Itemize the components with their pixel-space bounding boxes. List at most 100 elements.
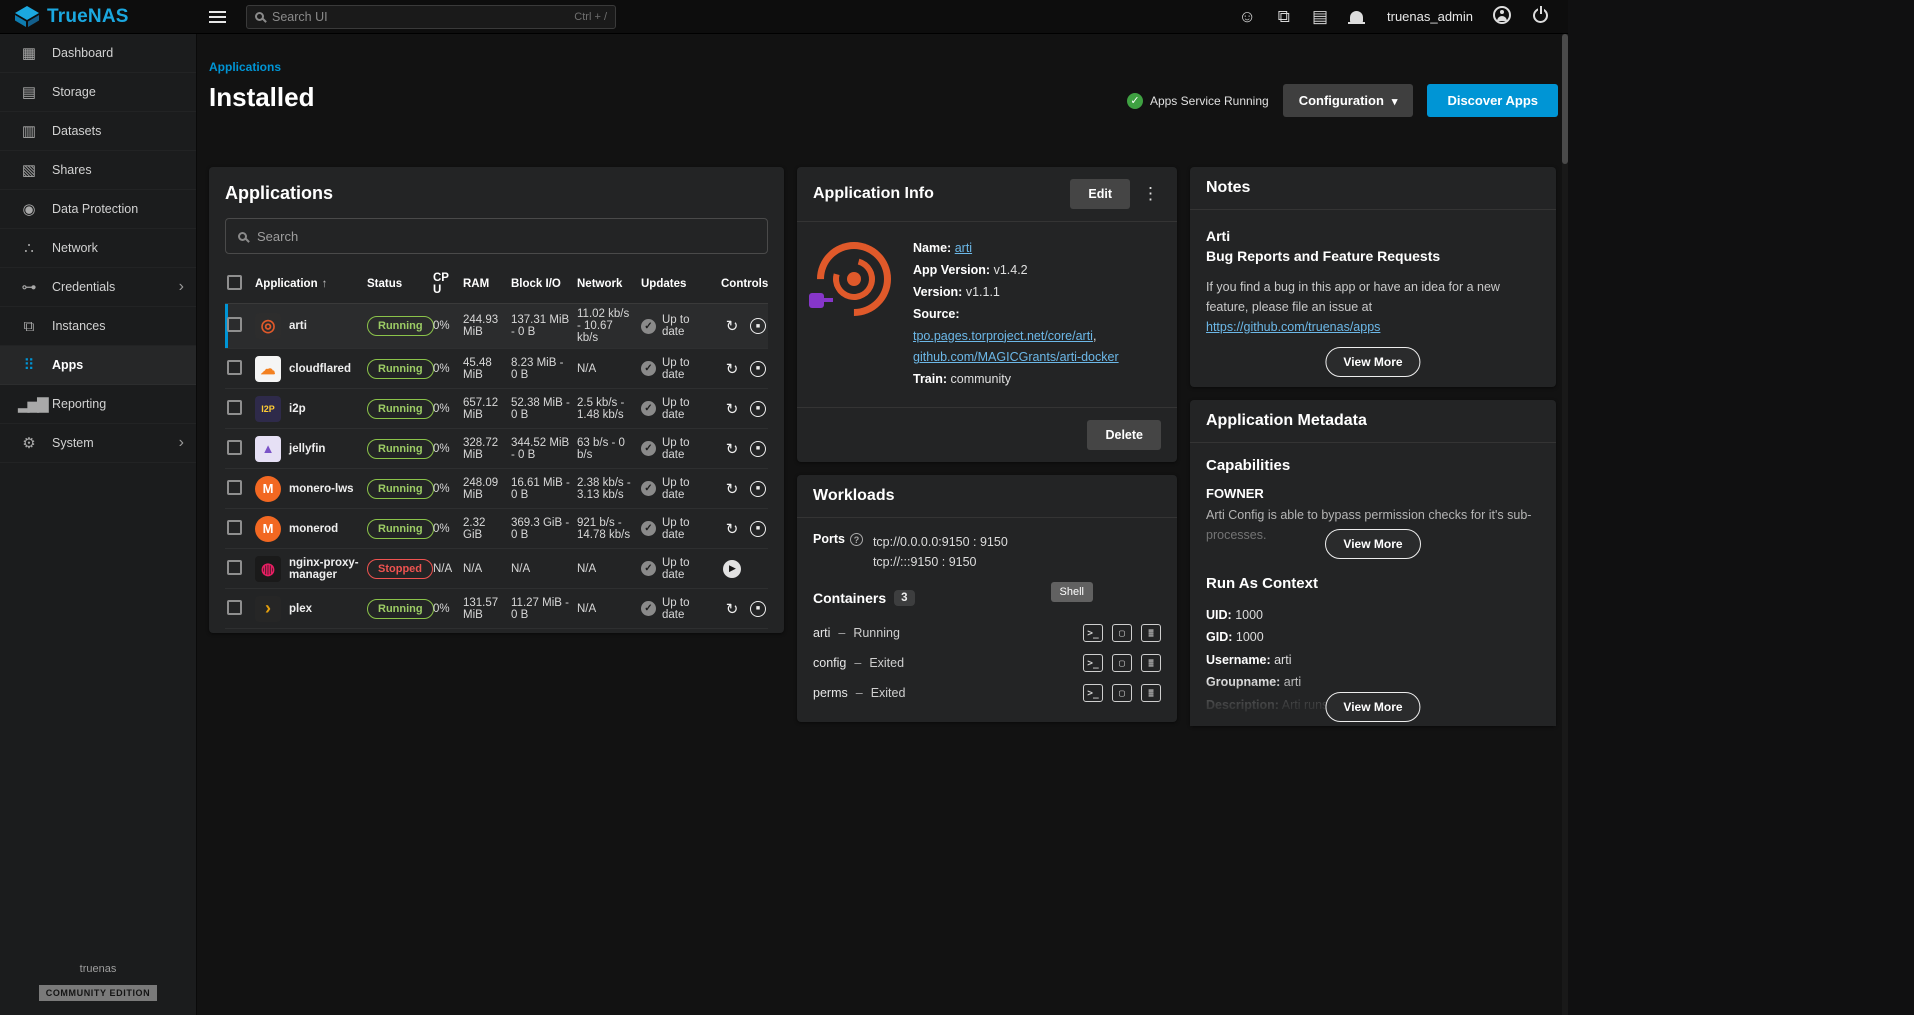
row-checkbox[interactable] xyxy=(227,360,242,375)
container-volumes-button[interactable]: ▢ xyxy=(1112,684,1132,702)
column-header-updates[interactable]: Updates xyxy=(641,274,721,294)
container-shell-button[interactable]: >_ xyxy=(1083,624,1103,642)
container-logs-button[interactable]: ≣ xyxy=(1141,654,1161,672)
container-volumes-button[interactable]: ▢ xyxy=(1112,654,1132,672)
container-logs-button[interactable]: ≣ xyxy=(1141,624,1161,642)
stop-app-button[interactable]: ■ xyxy=(747,478,769,500)
container-shell-button[interactable]: >_ xyxy=(1083,654,1103,672)
capabilities-view-more-button[interactable]: View More xyxy=(1325,529,1420,559)
menu-toggle-button[interactable] xyxy=(207,10,228,24)
notes-view-more-button[interactable]: View More xyxy=(1325,347,1420,377)
capability-name: FOWNER xyxy=(1206,486,1540,501)
restart-app-button[interactable]: ↻ xyxy=(721,358,743,380)
sidebar-item[interactable]: ⚙ System › xyxy=(0,424,196,463)
sidebar-item[interactable]: ▦ Dashboard xyxy=(0,34,196,73)
stop-app-button[interactable]: ■ xyxy=(747,358,769,380)
application-table-row[interactable]: ◎ arti Running 0% 244.93 MiB 137.31 MiB … xyxy=(225,304,768,349)
application-table-row[interactable]: M monerod Running 0% 2.32 GiB 369.3 GiB … xyxy=(225,509,768,549)
kebab-menu-button[interactable]: ⋮ xyxy=(1140,184,1161,204)
column-header-network[interactable]: Network xyxy=(577,274,641,294)
application-metadata-panel: Application Metadata Capabilities FOWNER… xyxy=(1190,400,1556,727)
restart-app-button[interactable]: ↻ xyxy=(721,315,743,337)
application-table-row[interactable]: I2P i2p Running 0% 657.12 MiB 52.38 MiB … xyxy=(225,389,768,429)
sidebar-item-icon: ▥ xyxy=(18,122,38,140)
sidebar-item[interactable]: ∴ Network xyxy=(0,229,196,268)
scrollbar-thumb[interactable] xyxy=(1562,34,1568,164)
sidebar-item[interactable]: ▥ Datasets xyxy=(0,112,196,151)
row-checkbox[interactable] xyxy=(227,560,242,575)
applications-search-input[interactable] xyxy=(257,229,755,244)
alerts-button[interactable] xyxy=(1348,6,1365,27)
application-table-row[interactable]: ☁ cloudflared Running 0% 45.48 MiB 8.23 … xyxy=(225,349,768,389)
feedback-icon: ☺ xyxy=(1238,7,1255,26)
row-checkbox[interactable] xyxy=(227,520,242,535)
delete-button[interactable]: Delete xyxy=(1087,420,1161,450)
feedback-button[interactable]: ☺ xyxy=(1236,6,1257,27)
application-table-row[interactable]: M monero-lws Running 0% 248.09 MiB 16.61… xyxy=(225,469,768,509)
sidebar-item[interactable]: ▧ Shares xyxy=(0,151,196,190)
column-header-cpu[interactable]: CPU xyxy=(433,268,463,300)
stop-app-button[interactable]: ■ xyxy=(747,518,769,540)
sidebar-item[interactable]: ◉ Data Protection xyxy=(0,190,196,229)
edit-button[interactable]: Edit xyxy=(1070,179,1130,209)
row-checkbox[interactable] xyxy=(227,480,242,495)
container-shell-button[interactable]: >_ xyxy=(1083,684,1103,702)
cell-cpu: 0% xyxy=(433,519,463,539)
row-checkbox[interactable] xyxy=(227,400,242,415)
configuration-button[interactable]: Configuration▾ xyxy=(1283,84,1414,117)
caret-down-icon: ▾ xyxy=(1392,96,1398,108)
run-as-view-more-button[interactable]: View More xyxy=(1325,692,1420,722)
column-header-status[interactable]: Status xyxy=(367,274,433,294)
stop-app-button[interactable]: ■ xyxy=(747,315,769,337)
restart-icon: ↻ xyxy=(726,360,739,378)
restart-app-button[interactable]: ↻ xyxy=(721,438,743,460)
row-checkbox[interactable] xyxy=(227,600,242,615)
application-table-row[interactable]: ▲ jellyfin Running 0% 328.72 MiB 344.52 … xyxy=(225,429,768,469)
breadcrumb[interactable]: Applications xyxy=(209,60,281,74)
info-icon[interactable]: ? xyxy=(850,533,863,546)
column-header-ram[interactable]: RAM xyxy=(463,274,511,294)
restart-app-button[interactable]: ↻ xyxy=(721,518,743,540)
logs-icon: ≣ xyxy=(1148,658,1154,669)
sidebar-item-label: Reporting xyxy=(52,397,170,411)
sidebar-item[interactable]: ▤ Storage xyxy=(0,73,196,112)
container-volumes-button[interactable]: ▢ xyxy=(1112,624,1132,642)
global-search-input[interactable] xyxy=(272,10,566,24)
user-menu-button[interactable] xyxy=(1491,4,1513,29)
jobs-button[interactable]: ▤ xyxy=(1310,6,1330,27)
application-table-row[interactable]: › plex Running 0% 131.57 MiB 11.27 MiB -… xyxy=(225,589,768,629)
column-header-controls: Controls xyxy=(721,274,774,294)
sidebar-item[interactable]: ▂▅▇ Reporting xyxy=(0,385,196,424)
restart-app-button[interactable]: ↻ xyxy=(721,478,743,500)
restart-app-button[interactable]: ↻ xyxy=(721,598,743,620)
sidebar-item[interactable]: ⧉ Instances xyxy=(0,307,196,346)
app-name-link[interactable]: arti xyxy=(955,241,972,255)
notes-issues-link[interactable]: https://github.com/truenas/apps xyxy=(1206,320,1380,334)
container-logs-button[interactable]: ≣ xyxy=(1141,684,1161,702)
start-app-button[interactable]: ▶ xyxy=(721,558,743,580)
truenas-logo[interactable]: TrueNAS xyxy=(0,6,197,28)
service-running-check-icon: ✓ xyxy=(1127,93,1143,109)
column-header-block-io[interactable]: Block I/O xyxy=(511,274,577,294)
cell-cpu: 0% xyxy=(433,479,463,499)
source-link-2[interactable]: github.com/MAGICGrants/arti-docker xyxy=(913,350,1119,364)
row-checkbox[interactable] xyxy=(227,440,242,455)
sidebar-item[interactable]: ⊶ Credentials › xyxy=(0,268,196,307)
restart-app-button[interactable]: ↻ xyxy=(721,398,743,420)
source-link-1[interactable]: tpo.pages.torproject.net/core/arti xyxy=(913,329,1093,343)
power-menu-button[interactable] xyxy=(1531,6,1550,28)
stop-app-button[interactable]: ■ xyxy=(747,398,769,420)
folder-icon: ▢ xyxy=(1119,688,1125,699)
applications-search[interactable] xyxy=(225,218,768,254)
application-table-row[interactable]: ◍ nginx-proxy-manager Stopped N/A N/A N/… xyxy=(225,549,768,589)
row-checkbox[interactable] xyxy=(227,317,242,332)
truenas-logo-icon xyxy=(14,6,40,28)
column-header-application[interactable]: Application↑ xyxy=(255,274,367,294)
sidebar-item[interactable]: ⠿ Apps xyxy=(0,346,196,385)
checkup-button[interactable]: ⧉ xyxy=(1276,6,1292,27)
global-search[interactable]: Ctrl + / xyxy=(246,5,616,29)
stop-app-button[interactable]: ■ xyxy=(747,598,769,620)
stop-app-button[interactable]: ■ xyxy=(747,438,769,460)
discover-apps-button[interactable]: Discover Apps xyxy=(1427,84,1558,117)
select-all-checkbox[interactable] xyxy=(227,275,242,290)
